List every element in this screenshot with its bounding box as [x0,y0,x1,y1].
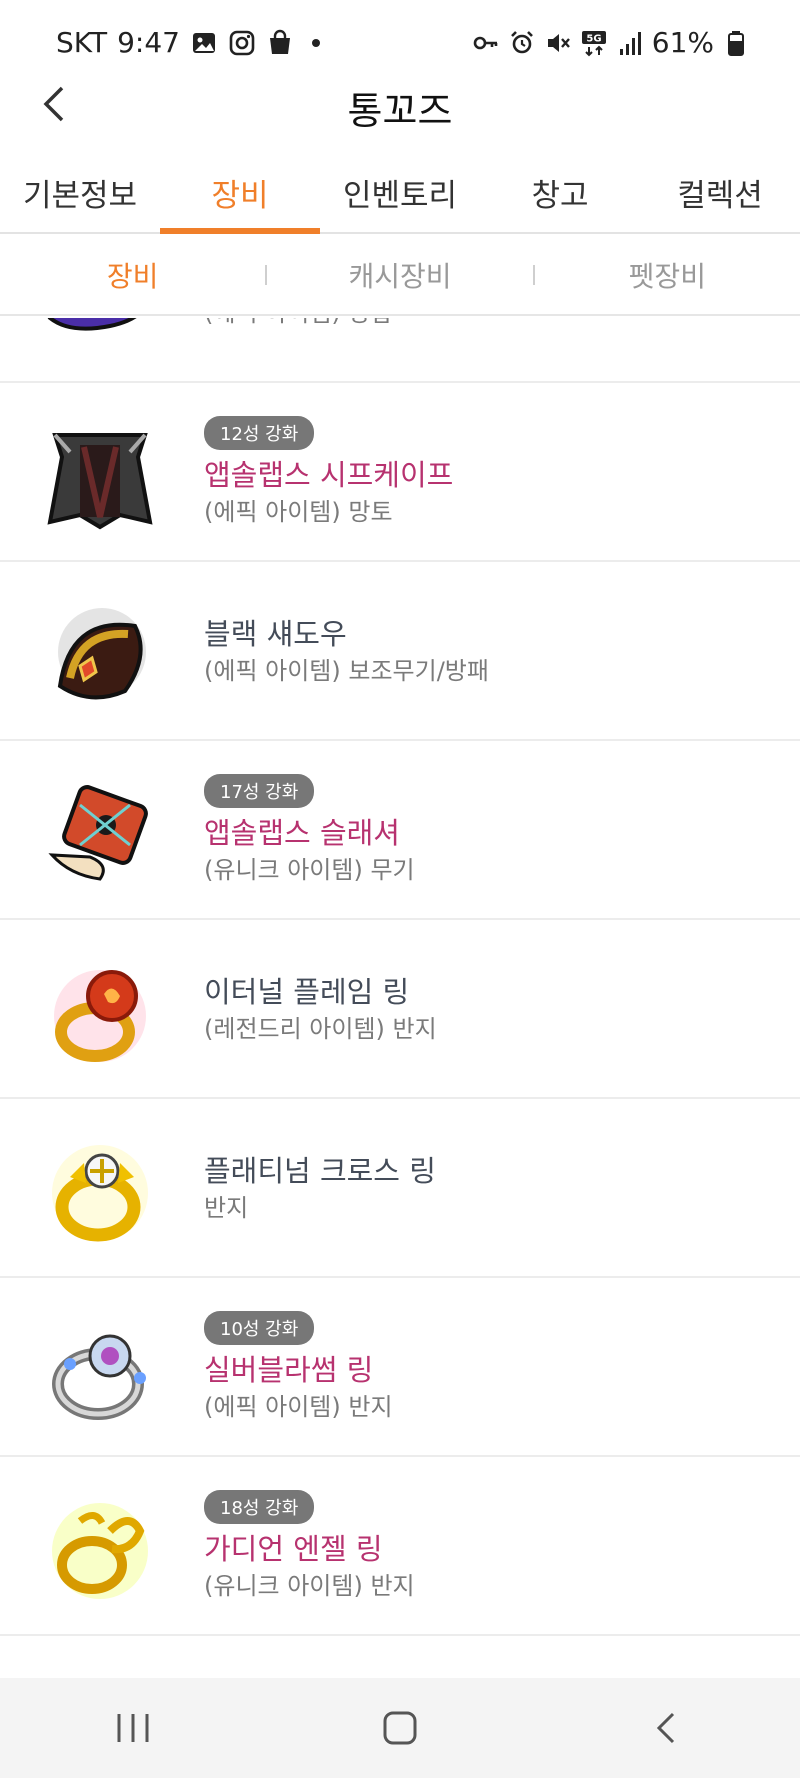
main-tab-bar: 기본정보 장비 인벤토리 창고 컬렉션 [0,150,800,234]
equipment-list-item[interactable]: 아케인셰이드 시프글러브(에픽 아이템) 장갑 [0,318,800,383]
subtab-pet-equipment[interactable]: 펫장비 [535,255,800,295]
back-icon [656,1712,674,1744]
shadow-weapon-icon [40,596,160,716]
page-title: 통꼬즈 [347,89,453,133]
gallery-icon [190,29,218,57]
star-force-badge: 12성 강화 [204,415,315,450]
home-icon [383,1711,417,1745]
subtab-equipment[interactable]: 장비 [0,255,265,295]
cross-ring-icon [40,1133,160,1253]
item-detail: 반지 [204,1193,249,1222]
equipment-list-item[interactable]: 17성 강화앱솔랩스 슬래셔 (유니크 아이템) 무기 [0,741,800,920]
item-info: 플래티넘 크로스 링반지 [204,1099,780,1278]
sub-tab-bar: 장비 캐시장비 펫장비 [0,236,800,316]
star-force-badge: 10성 강화 [204,1310,315,1345]
system-nav-bar [0,1678,800,1778]
item-detail: (에픽 아이템) 장갑 [204,318,780,331]
item-info: 블랙 섀도우 (에픽 아이템) 보조무기/방패 [204,562,780,741]
flame-ring-icon [40,954,160,1074]
item-detail: (에픽 아이템) 반지 [204,1392,393,1421]
equipment-list[interactable]: 아케인셰이드 시프글러브(에픽 아이템) 장갑 12성 강화앱솔랩스 시프케이프 (… [0,318,800,1678]
item-info: 18성 강화가디언 엔젤 링 (유니크 아이템) 반지 [204,1457,780,1636]
recent-apps-button[interactable] [83,1688,183,1768]
item-info: 17성 강화앱솔랩스 슬래셔 (유니크 아이템) 무기 [204,741,780,920]
item-name: 실버블라썸 링 [204,1352,374,1387]
star-force-badge: 17성 강화 [204,773,315,808]
glove-icon [40,318,160,358]
item-name: 앱솔랩스 시프케이프 [204,457,454,492]
equipment-list-item[interactable]: 18성 강화가디언 엔젤 링 (유니크 아이템) 반지 [0,1457,800,1636]
item-info: 이터널 플레임 링 (레전드리 아이템) 반지 [204,920,780,1099]
tab-equipment[interactable]: 장비 [160,150,320,234]
key-icon [472,29,500,57]
svg-text:5G: 5G [586,33,601,44]
signal-icon [616,29,644,57]
notification-dot-icon [311,38,320,47]
nav-back-button[interactable] [617,1688,717,1768]
tab-storage[interactable]: 창고 [480,150,640,232]
tab-basic-info[interactable]: 기본정보 [0,150,160,232]
equipment-list-content: 아케인셰이드 시프글러브(에픽 아이템) 장갑 12성 강화앱솔랩스 시프케이프 (… [0,318,800,1636]
item-name: 플래티넘 크로스 링 [204,1153,436,1188]
item-info: 아케인셰이드 시프글러브(에픽 아이템) 장갑 [204,318,780,383]
item-detail: (레전드리 아이템) 반지 [204,1014,437,1043]
app-header: 통꼬즈 [0,70,800,140]
5g-icon: 5G [580,29,608,57]
item-detail: (에픽 아이템) 망토 [204,497,393,526]
star-force-badge: 18성 강화 [204,1489,315,1524]
item-name: 앱솔랩스 슬래셔 [204,815,400,850]
instagram-icon [228,29,256,57]
equipment-list-item[interactable]: 블랙 섀도우 (에픽 아이템) 보조무기/방패 [0,562,800,741]
status-bar-left: SKT 9:47 [56,26,320,59]
shopping-bag-icon [266,29,294,57]
equipment-list-item[interactable]: 플래티넘 크로스 링반지 [0,1099,800,1278]
equipment-list-item[interactable]: 12성 강화앱솔랩스 시프케이프 (에픽 아이템) 망토 [0,383,800,562]
mute-icon [544,29,572,57]
battery-percent: 61% [651,26,714,59]
silver-ring-icon [40,1312,160,1432]
subtab-cash-equipment[interactable]: 캐시장비 [267,255,532,295]
status-bar-right: 5G 61% [472,26,750,59]
recent-apps-icon [117,1714,149,1742]
slasher-icon [40,775,160,895]
item-name: 가디언 엔젤 링 [204,1531,383,1566]
alarm-icon [508,29,536,57]
carrier-label: SKT [56,26,108,59]
angel-ring-icon [40,1491,160,1611]
item-name: 이터널 플레임 링 [204,974,410,1009]
item-detail: (유니크 아이템) 무기 [204,855,415,884]
battery-icon [722,29,750,57]
equipment-list-item[interactable]: 이터널 플레임 링 (레전드리 아이템) 반지 [0,920,800,1099]
tab-inventory[interactable]: 인벤토리 [320,150,480,232]
tab-collection[interactable]: 컬렉션 [640,150,800,232]
item-info: 12성 강화앱솔랩스 시프케이프 (에픽 아이템) 망토 [204,383,780,562]
item-detail: (유니크 아이템) 반지 [204,1571,415,1600]
equipment-list-item[interactable]: 10성 강화실버블라썸 링 (에픽 아이템) 반지 [0,1278,800,1457]
item-info: 10성 강화실버블라썸 링 (에픽 아이템) 반지 [204,1278,780,1457]
item-detail: (에픽 아이템) 보조무기/방패 [204,656,489,685]
home-button[interactable] [350,1688,450,1768]
item-name: 블랙 섀도우 [204,616,347,651]
cape-icon [40,417,160,537]
clock: 9:47 [117,26,180,59]
